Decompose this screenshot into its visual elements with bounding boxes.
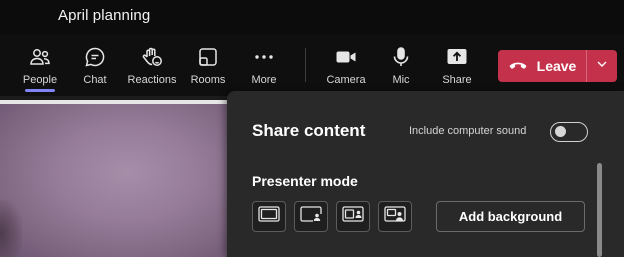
more-button[interactable]: More [248, 34, 280, 96]
chat-icon [82, 44, 108, 70]
presenter-mode-standout[interactable] [294, 201, 328, 232]
computer-sound-toggle[interactable] [550, 122, 588, 142]
share-screen-icon [444, 44, 470, 70]
mic-label: Mic [392, 74, 410, 86]
toolbar-divider [305, 48, 306, 82]
meeting-title: April planning [58, 7, 151, 24]
more-label: More [251, 74, 277, 86]
title-bar: April planning [0, 0, 624, 34]
meeting-window: April planning People Chat Reactions Roo… [0, 0, 624, 257]
leave-button[interactable]: Leave [498, 50, 586, 82]
camera-label: Camera [326, 74, 366, 86]
presenter-mode-title: Presenter mode [252, 173, 358, 189]
active-indicator [25, 89, 55, 92]
camera-icon [333, 44, 359, 70]
add-background-label: Add background [458, 209, 563, 224]
side-by-side-icon [342, 206, 364, 227]
camera-button[interactable]: Camera [326, 34, 366, 96]
hang-up-icon [508, 54, 528, 79]
chevron-down-icon [594, 56, 610, 77]
share-content-title: Share content [252, 121, 366, 140]
leave-options-button[interactable] [587, 50, 617, 82]
toggle-knob [555, 126, 566, 137]
presenter-mode-side-by-side[interactable] [336, 201, 370, 232]
microphone-icon [388, 44, 414, 70]
rooms-button[interactable]: Rooms [190, 34, 226, 96]
computer-sound-label: Include computer sound [409, 125, 527, 137]
people-label: People [22, 74, 58, 86]
chat-label: Chat [83, 74, 107, 86]
reporter-icon [384, 206, 406, 227]
people-icon [27, 44, 53, 70]
content-only-icon [258, 206, 280, 227]
share-button[interactable]: Share [441, 34, 473, 96]
presenter-mode-reporter[interactable] [378, 201, 412, 232]
reactions-label: Reactions [127, 74, 177, 86]
more-icon [251, 44, 277, 70]
leave-control: Leave [498, 50, 617, 82]
participant-video-shadow [0, 200, 22, 257]
leave-separator [586, 50, 587, 82]
meeting-toolbar: People Chat Reactions Rooms More Camera … [0, 34, 624, 96]
share-content-panel: Share content Include computer sound Pre… [227, 91, 624, 257]
leave-label: Leave [536, 58, 577, 74]
reactions-button[interactable]: Reactions [127, 34, 177, 96]
rooms-icon [195, 44, 221, 70]
people-button[interactable]: People [20, 34, 60, 96]
participant-video [0, 104, 232, 257]
presenter-mode-content-only[interactable] [252, 201, 286, 232]
standout-icon [300, 206, 322, 227]
rooms-label: Rooms [190, 74, 226, 86]
raise-hand-icon [139, 44, 165, 70]
share-label: Share [442, 74, 472, 86]
chat-button[interactable]: Chat [79, 34, 111, 96]
mic-button[interactable]: Mic [389, 34, 413, 96]
add-background-button[interactable]: Add background [436, 201, 585, 232]
panel-scrollbar[interactable] [597, 163, 602, 257]
